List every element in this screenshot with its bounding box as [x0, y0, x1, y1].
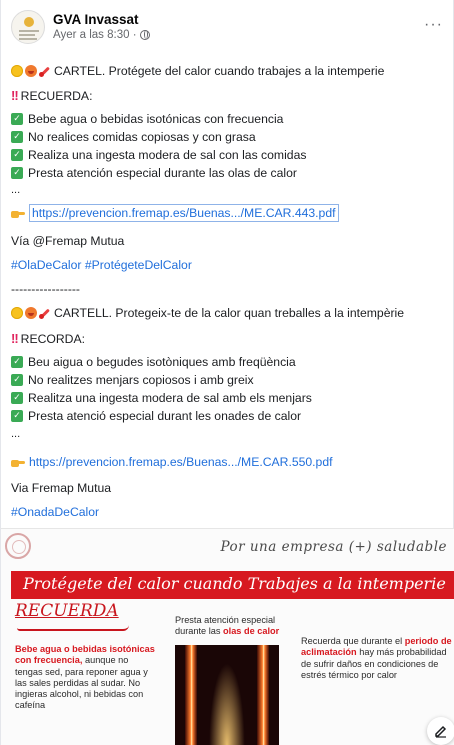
list-item-text: No realitzes menjars copiosos i amb grei…: [28, 373, 254, 387]
poster-image[interactable]: Por una empresa (+) saludable Protégete …: [1, 528, 454, 745]
remember-es: !! RECUERDA:: [11, 88, 92, 103]
check-icon: ✓: [11, 131, 23, 143]
post-meta: Ayer a las 8:30 ·: [53, 29, 150, 41]
list-item: ✓ Bebe agua o bebidas isotónicas con fre…: [11, 112, 283, 126]
title-text: CARTEL. Protégete del calor cuando traba…: [54, 64, 385, 78]
title-text: CARTELL. Protegeix-te de la calor quan t…: [54, 306, 405, 320]
check-icon: ✓: [11, 149, 23, 161]
link-row-es: https://prevencion.fremap.es/Buenas.../M…: [11, 204, 339, 222]
hot-face-emoji-icon: [25, 65, 37, 77]
via-text: Vía @Fremap Mutua: [11, 234, 125, 248]
poster-banner: Protégete del calor cuando Trabajes a la…: [11, 571, 454, 599]
pointing-hand-icon: [11, 456, 25, 468]
separator: -----------------: [11, 282, 80, 296]
poster-tip-heatwave: Presta atención especial durante las ola…: [175, 615, 295, 638]
post-title-es: CARTEL. Protégete del calor cuando traba…: [11, 64, 384, 78]
post-title-va: CARTELL. Protegeix-te de la calor quan t…: [11, 306, 404, 320]
list-item: ✓ No realices comidas copiosas y con gra…: [11, 130, 256, 144]
list-item-text: Presta atenció especial durant les onade…: [28, 409, 302, 423]
edit-icon: [435, 725, 447, 738]
list-item-text: Presta atención especial durante las ola…: [28, 166, 297, 180]
list-item: ✓ Realiza una ingesta modera de sal con …: [11, 148, 306, 162]
tip-bold: olas de calor: [223, 626, 280, 637]
poster-tip-acclimation: Recuerda que durante el periodo de aclim…: [301, 636, 454, 681]
post-header: GVA Invassat Ayer a las 8:30 · ···: [11, 10, 445, 46]
sun-emoji-icon: [11, 307, 23, 319]
remember-label: RECUERDA:: [20, 88, 93, 103]
list-item: ✓ Realitza una ingesta modera de sal amb…: [11, 391, 312, 405]
globe-icon: [139, 30, 150, 40]
check-icon: ✓: [11, 167, 23, 179]
list-item-text: No realices comidas copiosas y con grasa: [28, 130, 256, 144]
check-icon: ✓: [11, 356, 23, 368]
pdf-link[interactable]: https://prevencion.fremap.es/Buenas.../M…: [29, 204, 339, 222]
list-item: ✓ Beu aigua o begudes isotòniques amb fr…: [11, 355, 296, 369]
avatar[interactable]: [11, 10, 45, 44]
hashtags[interactable]: #OlaDeCalor #ProtégeteDelCalor: [11, 258, 192, 272]
ellipsis: ...: [11, 184, 21, 196]
facebook-post: GVA Invassat Ayer a las 8:30 · ··· CARTE…: [0, 0, 454, 745]
decorative-swoosh: [17, 625, 129, 631]
check-icon: ✓: [11, 374, 23, 386]
list-item-text: Realitza una ingesta modera de sal amb e…: [28, 391, 312, 405]
seal-logo: [5, 533, 31, 559]
thermometer-icon: [39, 307, 51, 319]
list-item: ✓ No realitzes menjars copiosos i amb gr…: [11, 373, 254, 387]
double-exclamation-icon: !!: [11, 331, 19, 346]
double-exclamation-icon: !!: [11, 88, 19, 103]
remember-label: RECORDA:: [20, 331, 86, 346]
list-item-text: Bebe agua o bebidas isotónicas con frecu…: [28, 112, 284, 126]
thermometer-icon: [39, 65, 51, 77]
list-item-text: Beu aigua o begudes isotòniques amb freq…: [28, 355, 296, 369]
poster-tagline: Por una empresa (+) saludable: [220, 539, 447, 555]
list-item: ✓ Presta atención especial durante las o…: [11, 166, 297, 180]
ellipsis: ...: [11, 428, 21, 440]
remember-va: !! RECORDA:: [11, 331, 85, 346]
poster-recuerda: RECUERDA: [15, 601, 119, 621]
pointing-hand-icon: [11, 207, 25, 219]
tip-text: Recuerda que durante el: [301, 636, 403, 646]
list-item-text: Realiza una ingesta modera de sal con la…: [28, 148, 307, 162]
pdf-link[interactable]: https://prevencion.fremap.es/Buenas.../M…: [29, 455, 333, 469]
list-item: ✓ Presta atenció especial durant les ona…: [11, 409, 301, 423]
check-icon: ✓: [11, 410, 23, 422]
sun-emoji-icon: [11, 65, 23, 77]
check-icon: ✓: [11, 113, 23, 125]
poster-banner-text: Protégete del calor cuando Trabajes a la…: [23, 574, 446, 593]
heat-lamp-photo: [175, 645, 279, 745]
page-name[interactable]: GVA Invassat: [53, 12, 139, 27]
check-icon: ✓: [11, 392, 23, 404]
more-icon[interactable]: ···: [424, 16, 443, 34]
hashtags[interactable]: #OnadaDeCalor: [11, 505, 99, 519]
hot-face-emoji-icon: [25, 307, 37, 319]
timestamp[interactable]: Ayer a las 8:30 ·: [53, 29, 137, 41]
link-row-va: https://prevencion.fremap.es/Buenas.../M…: [11, 455, 333, 469]
poster-tip-water: Bebe agua o bebidas isotónicas con frecu…: [15, 644, 155, 712]
edit-button[interactable]: [427, 717, 454, 745]
via-text: Via Fremap Mutua: [11, 481, 112, 495]
